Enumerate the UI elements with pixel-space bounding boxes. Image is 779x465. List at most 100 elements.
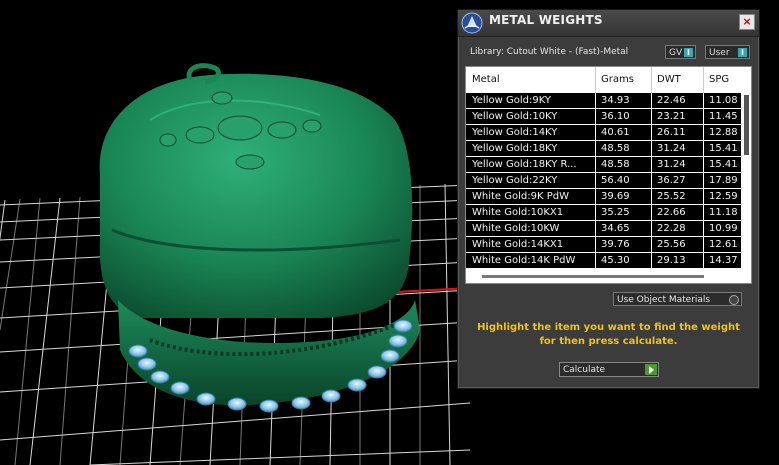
column-divider[interactable] <box>703 67 704 93</box>
cell-divider <box>595 189 596 205</box>
cell-divider <box>595 157 596 173</box>
cell-grams: 34.65 <box>601 223 630 234</box>
cell-divider <box>595 237 596 253</box>
use-object-materials-select[interactable]: Use Object Materials <box>613 292 742 306</box>
cell-grams: 56.40 <box>601 175 630 186</box>
table-row[interactable]: White Gold:14KX1 39.76 25.56 12.61 <box>466 237 741 253</box>
cap-3d-model[interactable] <box>99 63 420 406</box>
table-header: Metal Grams DWT SPG <box>466 67 751 93</box>
cell-divider <box>651 173 652 189</box>
cell-divider <box>595 205 596 221</box>
radio-indicator-icon <box>729 295 739 305</box>
cell-divider <box>595 253 596 269</box>
library-label: Library: Cutout White - (Fast)-Metal <box>470 47 629 57</box>
cell-grams: 40.61 <box>601 127 630 138</box>
cell-dwt: 31.24 <box>657 159 686 170</box>
table-row[interactable]: White Gold:10KX1 35.25 22.66 11.18 <box>466 205 741 221</box>
cell-metal: Yellow Gold:18KY <box>472 143 558 154</box>
cell-divider <box>651 157 652 173</box>
cell-metal: White Gold:10KX1 <box>472 207 564 218</box>
gv-toggle-label: GV <box>669 48 683 58</box>
cell-divider <box>703 93 704 109</box>
cell-metal: Yellow Gold:22KY <box>472 175 558 186</box>
cell-dwt: 26.11 <box>657 127 686 138</box>
cell-grams: 39.69 <box>601 191 630 202</box>
table-row[interactable]: Yellow Gold:10KY 36.10 23.21 11.45 <box>466 109 741 125</box>
cell-metal: White Gold:9K PdW <box>472 191 569 202</box>
cell-divider <box>595 173 596 189</box>
cell-divider <box>651 221 652 237</box>
table-row[interactable]: Yellow Gold:9KY 34.93 22.46 11.08 <box>466 93 741 109</box>
calculate-button[interactable]: Calculate <box>559 362 659 377</box>
cell-divider <box>651 205 652 221</box>
cell-divider <box>595 125 596 141</box>
cell-dwt: 25.52 <box>657 191 686 202</box>
cell-grams: 36.10 <box>601 111 630 122</box>
vertical-scroll-thumb[interactable] <box>744 95 749 155</box>
cell-grams: 48.58 <box>601 143 630 154</box>
cell-divider <box>595 141 596 157</box>
cell-divider <box>703 173 704 189</box>
cell-dwt: 22.66 <box>657 207 686 218</box>
cell-divider <box>651 237 652 253</box>
cell-divider <box>651 141 652 157</box>
header-metal[interactable]: Metal <box>472 74 500 85</box>
table-row[interactable]: White Gold:14K PdW 45.30 29.13 14.37 <box>466 253 741 269</box>
cell-dwt: 31.24 <box>657 143 686 154</box>
cell-divider <box>703 221 704 237</box>
gv-toggle[interactable]: GV I <box>665 45 696 59</box>
cell-grams: 34.93 <box>601 95 630 106</box>
cell-dwt: 36.27 <box>657 175 686 186</box>
horizontal-scroll-thumb[interactable] <box>482 275 704 278</box>
cell-metal: Yellow Gold:18KY R... <box>472 159 577 170</box>
cell-divider <box>651 253 652 269</box>
cell-dwt: 29.13 <box>657 255 686 266</box>
user-toggle-label: User <box>709 48 730 58</box>
cell-divider <box>703 189 704 205</box>
table-row[interactable]: Yellow Gold:22KY 56.40 36.27 17.89 <box>466 173 741 189</box>
cell-divider <box>651 125 652 141</box>
cell-divider <box>703 157 704 173</box>
user-toggle[interactable]: User I <box>705 45 750 59</box>
table-row[interactable]: White Gold:9K PdW 39.69 25.52 12.59 <box>466 189 741 205</box>
table-row[interactable]: Yellow Gold:14KY 40.61 26.11 12.88 <box>466 125 741 141</box>
cell-metal: White Gold:10KW <box>472 223 560 234</box>
header-spg[interactable]: SPG <box>709 74 729 85</box>
cell-divider <box>595 221 596 237</box>
cell-grams: 39.76 <box>601 239 630 250</box>
header-grams[interactable]: Grams <box>601 74 634 85</box>
calculate-label: Calculate <box>563 365 606 375</box>
table-row[interactable]: Yellow Gold:18KY 48.58 31.24 15.41 <box>466 141 741 157</box>
use-object-materials-label: Use Object Materials <box>617 295 711 305</box>
cell-divider <box>595 109 596 125</box>
cell-metal: Yellow Gold:14KY <box>472 127 558 138</box>
user-toggle-knob: I <box>738 48 747 57</box>
cell-dwt: 22.46 <box>657 95 686 106</box>
rhino-logo-icon <box>461 12 483 34</box>
cell-grams: 48.58 <box>601 159 630 170</box>
cell-grams: 35.25 <box>601 207 630 218</box>
header-dwt[interactable]: DWT <box>657 74 681 85</box>
cell-metal: Yellow Gold:9KY <box>472 95 551 106</box>
cell-dwt: 25.56 <box>657 239 686 250</box>
column-divider[interactable] <box>651 67 652 93</box>
dialog-titlebar[interactable]: METAL WEIGHTS × <box>458 10 759 37</box>
cell-divider <box>703 205 704 221</box>
close-icon[interactable]: × <box>739 14 755 30</box>
cell-dwt: 22.28 <box>657 223 686 234</box>
cell-divider <box>595 93 596 109</box>
column-divider[interactable] <box>595 67 596 93</box>
instruction-text: Highlight the item you want to find the … <box>477 322 740 347</box>
horizontal-scrollbar[interactable] <box>466 272 742 282</box>
cell-grams: 45.30 <box>601 255 630 266</box>
cell-divider <box>703 253 704 269</box>
cell-metal: Yellow Gold:10KY <box>472 111 558 122</box>
table-row[interactable]: White Gold:10KW 34.65 22.28 10.99 <box>466 221 741 237</box>
cell-divider <box>703 109 704 125</box>
table-row[interactable]: Yellow Gold:18KY R... 48.58 31.24 15.41 <box>466 157 741 173</box>
cell-divider <box>651 109 652 125</box>
metal-table[interactable]: Metal Grams DWT SPG Yellow Gold:9KY 34.93… <box>465 66 752 284</box>
vertical-scrollbar[interactable] <box>743 93 750 269</box>
gv-toggle-knob: I <box>684 48 693 57</box>
cell-metal: White Gold:14K PdW <box>472 255 576 266</box>
